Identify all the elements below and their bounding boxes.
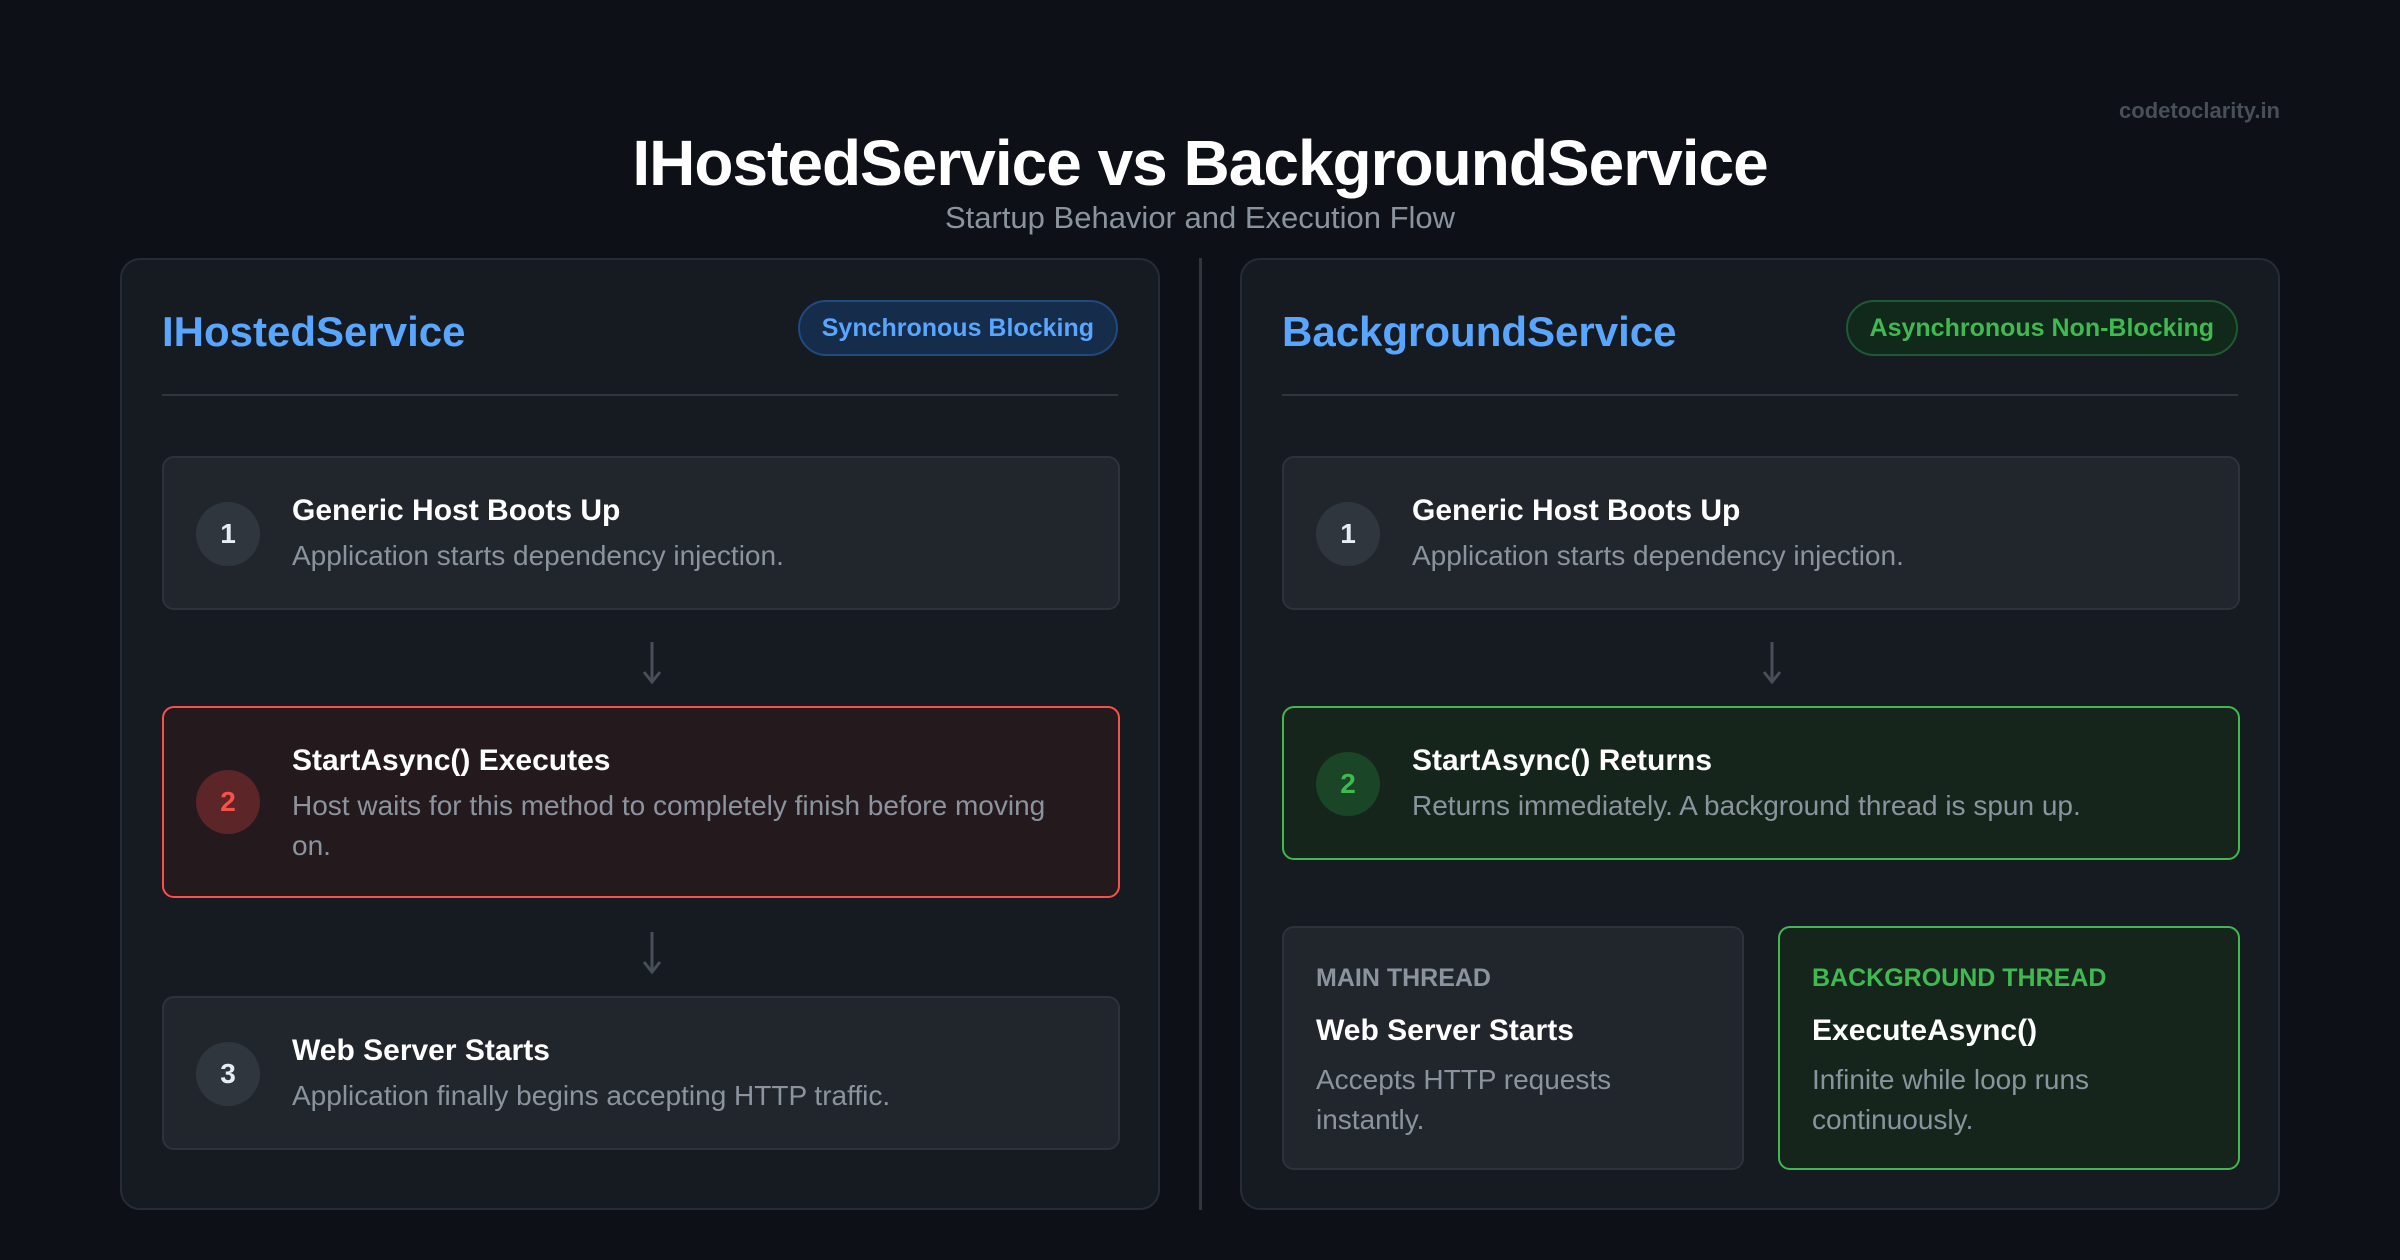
step-description: Application starts dependency injection. [292, 540, 784, 571]
backgroundservice-panel: BackgroundService Asynchronous Non-Block… [1240, 258, 2280, 1210]
thread-description: Infinite while loop runs continuously. [1812, 1064, 2090, 1135]
step-number: 3 [196, 1042, 260, 1106]
background-thread-box: BACKGROUND THREAD ExecuteAsync() Infinit… [1778, 926, 2240, 1170]
step-title: StartAsync() Executes [292, 744, 611, 777]
step-card: 1 Generic Host Boots Up Application star… [162, 456, 1120, 610]
ihostedservice-panel: IHostedService Synchronous Blocking 1 Ge… [120, 258, 1160, 1210]
main-thread-box: MAIN THREAD Web Server Starts Accepts HT… [1282, 926, 1744, 1170]
thread-label: MAIN THREAD [1316, 964, 1491, 992]
panel-title: IHostedService [162, 308, 466, 355]
status-badge: Synchronous Blocking [797, 300, 1118, 356]
thread-label: BACKGROUND THREAD [1812, 964, 2107, 992]
step-number: 2 [196, 770, 260, 834]
step-description: Returns immediately. A background thread… [1412, 790, 2081, 821]
step-description: Application finally begins accepting HTT… [292, 1080, 891, 1111]
arrow-down-icon [642, 932, 662, 975]
status-badge: Asynchronous Non-Blocking [1845, 300, 2238, 356]
thread-description: Accepts HTTP requests instantly. [1316, 1064, 1612, 1135]
page-title: IHostedService vs BackgroundService [632, 127, 1768, 199]
center-divider [1199, 258, 1202, 1210]
diagram-page: codetoclarity.in IHostedService vs Backg… [0, 0, 2400, 1260]
step-number: 1 [1316, 502, 1380, 566]
panel-divider [162, 394, 1118, 396]
step-card-nonblocking: 2 StartAsync() Returns Returns immediate… [1282, 706, 2240, 860]
step-number: 1 [196, 502, 260, 566]
thread-title: Web Server Starts [1316, 1014, 1574, 1047]
step-card-blocking: 2 StartAsync() Executes Host waits for t… [162, 706, 1120, 898]
step-number: 2 [1316, 752, 1380, 816]
step-title: Generic Host Boots Up [292, 494, 621, 527]
arrow-down-icon [642, 642, 662, 685]
step-card: 3 Web Server Starts Application finally … [162, 996, 1120, 1150]
step-description: Host waits for this method to completely… [292, 790, 1046, 861]
step-description: Application starts dependency injection. [1412, 540, 1904, 571]
step-title: Web Server Starts [292, 1034, 550, 1067]
panel-divider [1282, 394, 2238, 396]
thread-title: ExecuteAsync() [1812, 1014, 2038, 1047]
step-title: Generic Host Boots Up [1412, 494, 1741, 527]
step-card: 1 Generic Host Boots Up Application star… [1282, 456, 2240, 610]
arrow-down-icon [1762, 642, 1782, 685]
panel-title: BackgroundService [1282, 308, 1677, 355]
step-title: StartAsync() Returns [1412, 744, 1713, 777]
page-subtitle: Startup Behavior and Execution Flow [944, 200, 1456, 235]
watermark: codetoclarity.in [2119, 98, 2280, 123]
